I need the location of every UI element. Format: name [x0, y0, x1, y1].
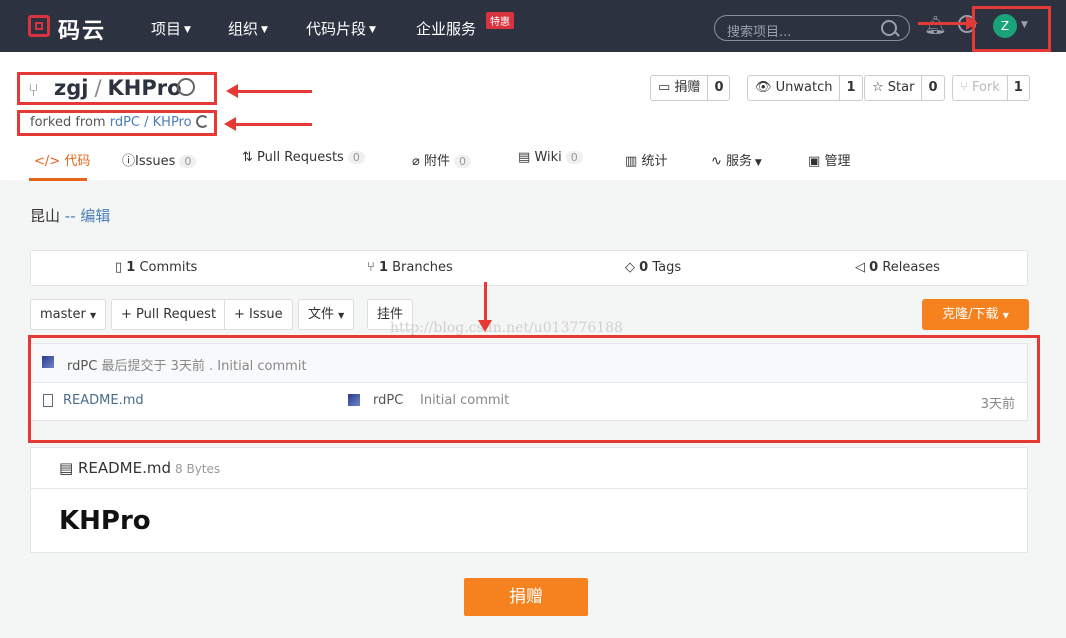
- readme-header: ▤ README.md 8 Bytes: [31, 448, 1027, 489]
- annotation-arrow: [226, 84, 312, 98]
- nav-organizations[interactable]: 组织 ▼: [228, 18, 268, 39]
- tab-code[interactable]: </> 代码: [34, 150, 90, 169]
- nav-snippets[interactable]: 代码片段 ▼: [306, 18, 376, 39]
- code-icon: </>: [34, 154, 61, 169]
- readme-size: 8 Bytes: [175, 462, 221, 476]
- caret-down-icon: ▼: [1002, 311, 1009, 320]
- issue-icon: ⓘ: [122, 154, 136, 169]
- annotation-arrow: [224, 117, 312, 131]
- readme-title: ▤ README.md 8 Bytes: [59, 459, 221, 477]
- readme-panel: ▤ README.md 8 Bytes KHPro: [30, 447, 1028, 553]
- annotation-arrow: [918, 16, 978, 30]
- send-icon: ◁: [855, 260, 865, 275]
- stat-tags[interactable]: ◇ 0 Tags: [625, 260, 681, 275]
- settings-icon: ▣: [808, 154, 821, 169]
- bell-icon[interactable]: 🔔︎: [924, 15, 947, 36]
- annotation-box-avatar: [972, 6, 1051, 52]
- tab-services[interactable]: ∿ 服务 ▼: [711, 150, 762, 169]
- fork-label: ⑂ Fork: [953, 76, 1008, 100]
- description-edit-link[interactable]: -- 编辑: [65, 207, 111, 225]
- fork-action[interactable]: ⑂ Fork 1: [952, 75, 1030, 101]
- branch-select[interactable]: master ▼: [30, 299, 107, 330]
- annotation-arrow: [478, 282, 492, 332]
- repo-stats-bar: ▯ 1 Commits ⑂ 1 Branches ◇ 0 Tags ◁ 0 Re…: [30, 250, 1028, 286]
- nav-enterprise[interactable]: 企业服务: [416, 18, 476, 39]
- star-count: 0: [928, 80, 938, 95]
- stat-commits[interactable]: ▯ 1 Commits: [115, 260, 197, 275]
- readme-heading: KHPro: [59, 506, 151, 536]
- bar-chart-icon: ▥: [625, 154, 638, 169]
- pull-request-button[interactable]: + Pull Request: [111, 299, 227, 330]
- donate-count: 0: [714, 80, 724, 95]
- search-input[interactable]: 搜索项目...: [714, 15, 910, 41]
- tab-pull-requests[interactable]: ⇅ Pull Requests 0: [242, 150, 365, 165]
- logo-icon[interactable]: [28, 15, 50, 37]
- caret-down-icon: ▼: [369, 25, 376, 35]
- nav-projects[interactable]: 项目 ▼: [151, 18, 191, 39]
- tag-icon: ◇: [625, 260, 635, 275]
- fork-count: 1: [1013, 80, 1023, 95]
- pulse-icon: ∿: [711, 154, 722, 169]
- unwatch-label: 👁︎ Unwatch: [748, 76, 841, 100]
- repo-description: 昆山 -- 编辑: [30, 205, 110, 226]
- tab-issues[interactable]: ⓘIssues 0: [122, 150, 197, 169]
- star-label: ☆ Star: [865, 76, 923, 100]
- stat-branches[interactable]: ⑂ 1 Branches: [367, 260, 453, 275]
- star-action[interactable]: ☆ Star 0: [864, 75, 945, 101]
- stat-releases[interactable]: ◁ 0 Releases: [855, 260, 940, 275]
- caret-down-icon: ▼: [89, 311, 97, 320]
- tab-statistics[interactable]: ▥ 统计: [625, 150, 667, 169]
- unwatch-count: 1: [846, 80, 856, 95]
- tab-attachments[interactable]: ⌀ 附件 0: [412, 150, 471, 169]
- branch-icon: ⑂: [367, 260, 375, 275]
- clone-download-button[interactable]: 克隆/下载 ▼: [922, 299, 1029, 330]
- active-tab-indicator: [29, 178, 87, 181]
- annotation-box-forked: [17, 110, 217, 136]
- files-menu-button[interactable]: 文件 ▼: [298, 299, 355, 330]
- issue-button[interactable]: + Issue: [224, 299, 293, 330]
- pull-request-icon: ⇅: [242, 150, 253, 165]
- top-navbar: 码云 项目 ▼ 组织 ▼ 代码片段 ▼ 企业服务 特惠 搜索项目... 🔔︎ Z ▼: [0, 0, 1066, 52]
- donate-button[interactable]: 捐赠: [464, 578, 588, 616]
- search-icon[interactable]: [881, 20, 897, 36]
- donate-label: ▭ 捐赠: [651, 76, 709, 100]
- search-placeholder: 搜索项目...: [727, 25, 792, 40]
- watermark-text: http://blog.csdn.net/u013776188: [390, 320, 623, 336]
- description-text: 昆山: [30, 207, 61, 225]
- hot-badge: 特惠: [486, 12, 514, 29]
- book-icon: ▤: [518, 150, 531, 165]
- unwatch-action[interactable]: 👁︎ Unwatch 1: [747, 75, 863, 101]
- donate-action[interactable]: ▭ 捐赠 0: [650, 75, 731, 101]
- file-icon: ▤: [59, 459, 74, 477]
- caret-down-icon: ▼: [261, 25, 268, 35]
- paperclip-icon: ⌀: [412, 154, 420, 169]
- caret-down-icon: ▼: [184, 25, 191, 35]
- tab-manage[interactable]: ▣ 管理: [808, 150, 850, 169]
- tab-wiki[interactable]: ▤ Wiki 0: [518, 150, 583, 165]
- logo-text[interactable]: 码云: [58, 13, 106, 45]
- caret-down-icon: ▼: [338, 311, 345, 320]
- annotation-box-title: [17, 72, 217, 105]
- annotation-box-files: [28, 335, 1040, 443]
- caret-down-icon: ▼: [752, 158, 762, 168]
- commit-icon: ▯: [115, 260, 123, 275]
